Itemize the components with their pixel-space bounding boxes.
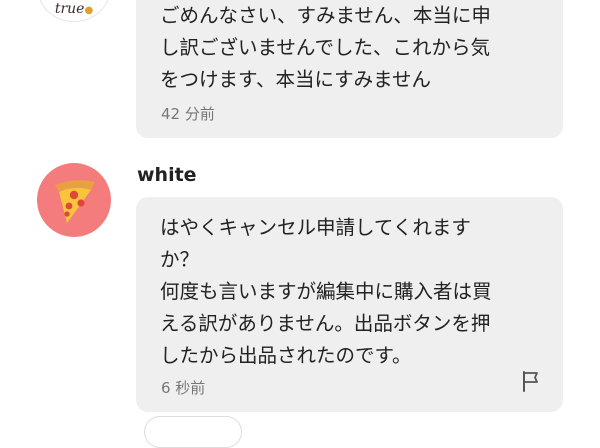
username[interactable]: white <box>137 164 197 186</box>
message-timestamp: 42 分前 <box>161 105 215 123</box>
message-text: ごめんなさい、すみません、本当に申 し訳ございませんでした、これから気 をつけま… <box>160 4 491 91</box>
message-timestamp: 6 秒前 <box>161 379 206 397</box>
avatar-white[interactable] <box>37 163 111 237</box>
message-bubble: はやくキャンセル申請してくれます か？ 何度も言いますが編集中に購入者は買 える… <box>136 197 563 412</box>
action-button[interactable] <box>144 416 242 448</box>
avatar-seller[interactable]: true● <box>38 0 110 22</box>
flag-icon[interactable] <box>521 370 541 392</box>
message-bubble: ごめんなさい、すみません、本当に申 し訳ございませんでした、これから気 をつけま… <box>136 0 563 138</box>
avatar-logo: true● <box>54 1 94 17</box>
pizza-icon <box>55 180 95 223</box>
message-text: はやくキャンセル申請してくれます か？ 何度も言いますが編集中に購入者は買 える… <box>160 216 492 367</box>
